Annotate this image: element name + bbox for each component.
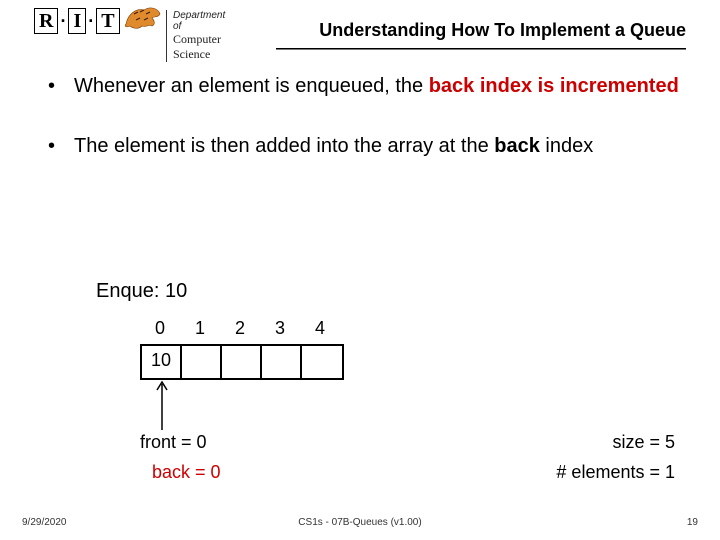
bullet-1-text-b: back index is incremented: [429, 75, 679, 97]
footer-page: 19: [687, 517, 698, 528]
bullet-2-text-a: The element is then added into the array…: [74, 135, 494, 157]
rit-letter-i: I: [68, 8, 86, 34]
bullet-1-text-a: Whenever an element is enqueued, the: [74, 75, 429, 97]
back-label: back = 0: [152, 462, 221, 483]
array-cell-1: [182, 346, 222, 378]
footer-course: CS1s - 07B-Queues (v1.00): [0, 517, 720, 528]
rit-dot-1: ·: [60, 11, 66, 32]
array-row: 10: [140, 344, 344, 380]
pointer-arrow-icon: [154, 378, 170, 432]
index-1: 1: [180, 318, 220, 339]
index-0: 0: [140, 318, 180, 339]
dept-line1: Department of: [173, 10, 225, 32]
array-cell-0: 10: [142, 346, 182, 378]
bullet-2-text-b: back: [494, 135, 540, 157]
rit-dot-2: ·: [88, 11, 94, 32]
enque-label: Enque: 10: [96, 280, 187, 303]
title-underline: [276, 48, 686, 50]
index-2: 2: [220, 318, 260, 339]
array-cell-4: [302, 346, 342, 378]
bullet-2: The element is then added into the array…: [48, 134, 680, 160]
dept-label: Department of Computer Science: [166, 10, 225, 62]
array-cell-3: [262, 346, 302, 378]
rit-letter-t: T: [96, 8, 119, 34]
rit-letter-r: R: [34, 8, 58, 34]
front-label: front = 0: [140, 432, 207, 453]
page-title: Understanding How To Implement a Queue: [319, 20, 686, 41]
index-3: 3: [260, 318, 300, 339]
size-label: size = 5: [612, 432, 675, 453]
elements-label: # elements = 1: [556, 462, 675, 483]
index-row: 0 1 2 3 4: [140, 318, 340, 339]
dept-line2: Computer Science: [173, 32, 225, 62]
array-cell-2: [222, 346, 262, 378]
bullet-1: Whenever an element is enqueued, the bac…: [48, 74, 680, 100]
bullet-2-text-c: index: [540, 135, 593, 157]
tiger-icon: [124, 4, 162, 37]
index-4: 4: [300, 318, 340, 339]
rit-logo: R · I · T Department of Computer Science: [34, 8, 120, 34]
